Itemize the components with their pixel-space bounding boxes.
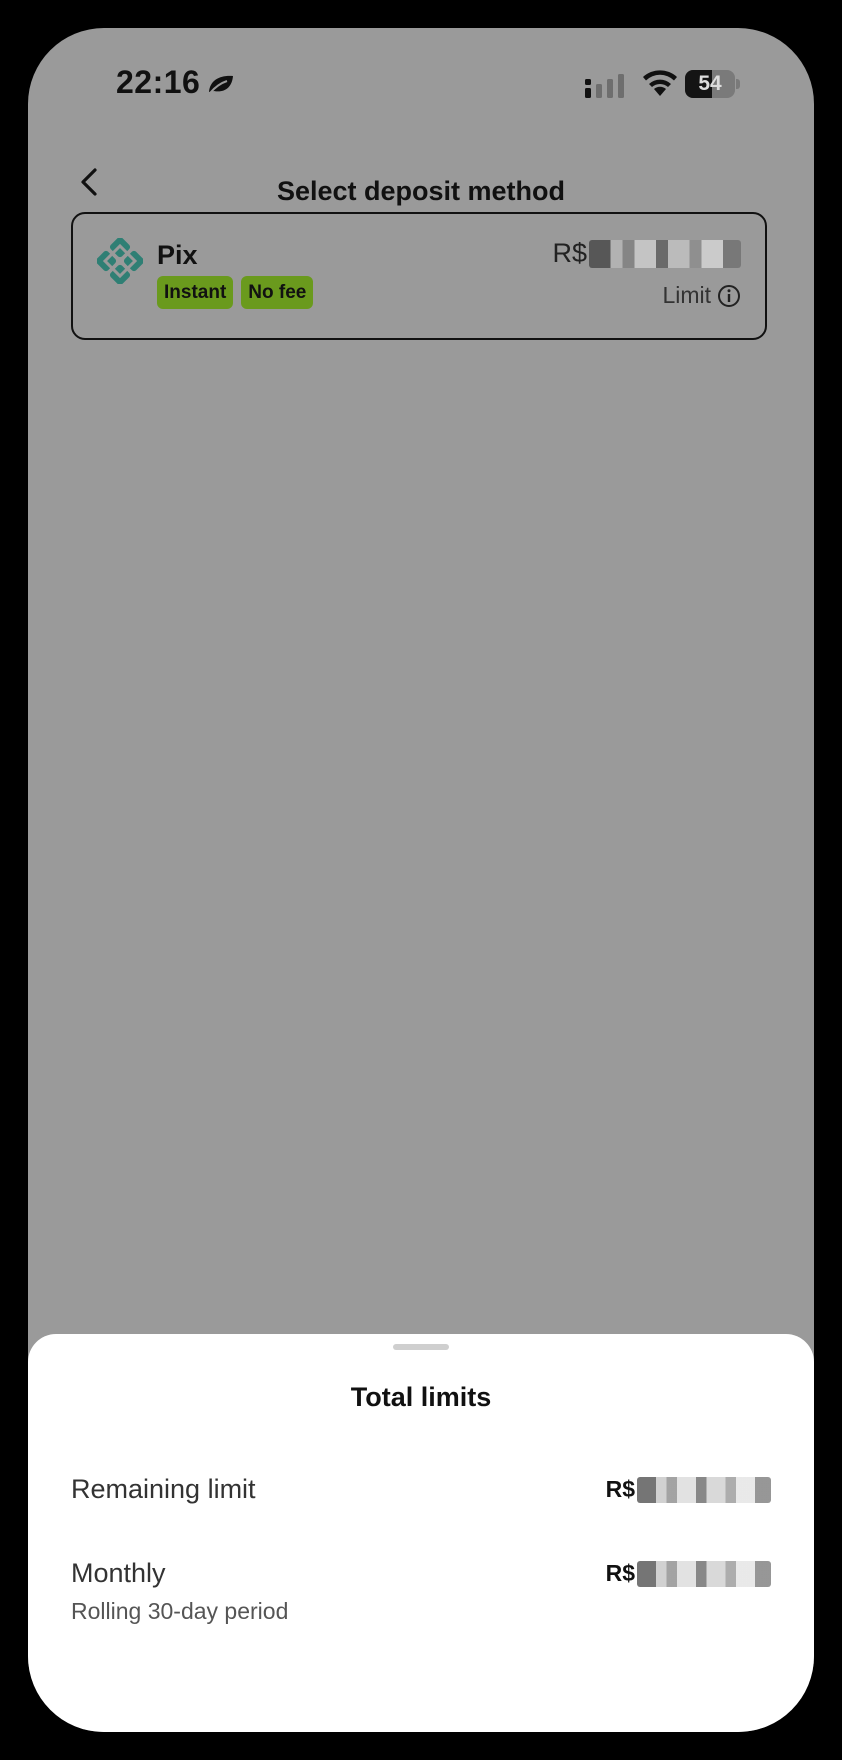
phone-frame: 22:16 54 Select deposit method Pix Insta… <box>0 0 842 1760</box>
status-time: 22:16 <box>116 64 201 100</box>
battery-level: 54 <box>698 72 722 95</box>
monthly-limit-currency: R$ <box>605 1560 635 1586</box>
info-icon <box>718 284 740 307</box>
amount-currency: R$ <box>552 238 587 268</box>
status-bar: 22:16 54 <box>28 28 814 126</box>
method-name: Pix <box>157 240 198 270</box>
monthly-label: Monthly <box>71 1558 166 1588</box>
sheet-drag-handle[interactable] <box>393 1344 449 1350</box>
redacted-amount <box>589 239 741 268</box>
redacted-monthly-limit <box>637 1560 771 1587</box>
badge-no-fee: No fee <box>241 276 314 309</box>
remaining-limit-currency: R$ <box>605 1476 635 1502</box>
remaining-limit-label: Remaining limit <box>71 1474 256 1504</box>
wifi-icon <box>643 70 677 96</box>
redacted-remaining-limit <box>637 1476 771 1503</box>
badge-instant: Instant <box>157 276 234 309</box>
remaining-limit-value: R$ <box>606 1476 771 1503</box>
leaf-icon <box>209 75 233 94</box>
deposit-method-pix[interactable]: Pix Instant No fee R$ Limit <box>71 212 767 340</box>
header: Select deposit method <box>28 148 814 220</box>
pix-logo-icon <box>97 238 143 284</box>
screen: 22:16 54 Select deposit method Pix Insta… <box>28 28 814 1732</box>
page-title: Select deposit method <box>276 176 566 206</box>
limit-link[interactable]: Limit <box>662 282 741 309</box>
limit-label: Limit <box>662 282 711 308</box>
method-badges: Instant No fee <box>157 276 314 309</box>
sheet-title: Total limits <box>350 1382 492 1412</box>
limits-bottom-sheet: Total limits Remaining limit R$ Monthly … <box>28 1334 814 1732</box>
monthly-limit-value: R$ <box>606 1560 771 1587</box>
battery-icon: 54 <box>685 70 741 98</box>
monthly-sublabel: Rolling 30-day period <box>71 1598 289 1624</box>
method-amount: R$ <box>552 238 741 269</box>
cellular-signal-icon <box>585 74 624 98</box>
